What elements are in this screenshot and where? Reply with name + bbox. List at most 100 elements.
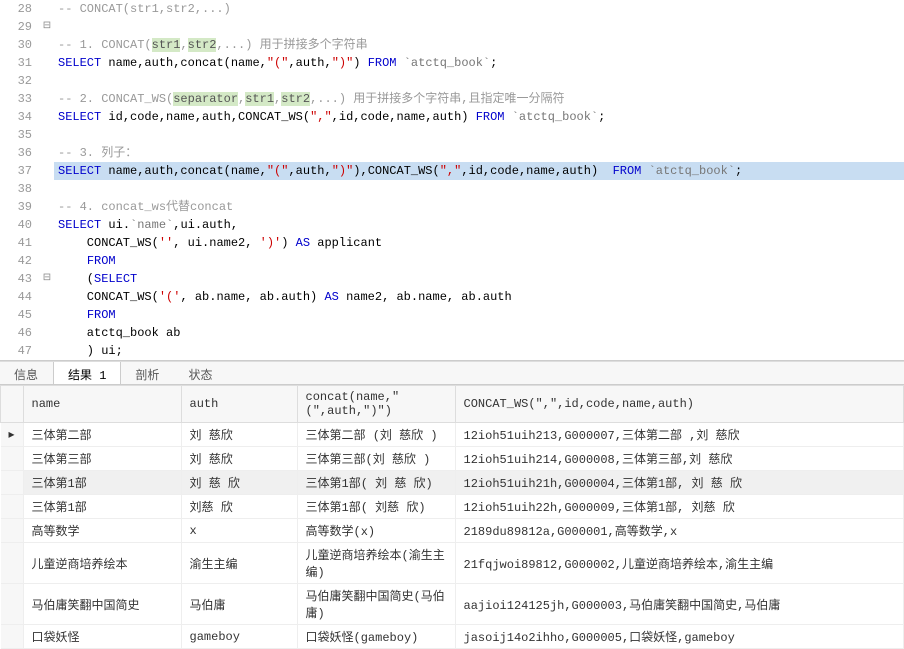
table-row[interactable]: 三体第1部刘慈 欣三体第1部( 刘慈 欣)12ioh51uih22h,G0000… (1, 495, 904, 519)
table-row[interactable]: 儿童逆商培养绘本渝生主编儿童逆商培养绘本(渝生主编)21fqjwoi89812,… (1, 543, 904, 584)
cell[interactable]: 儿童逆商培养绘本(渝生主编) (297, 543, 455, 584)
row-indicator: ▸ (1, 423, 24, 447)
cell[interactable]: 刘 慈欣 (181, 423, 297, 447)
cell[interactable]: 刘 慈 欣 (181, 471, 297, 495)
row-indicator (1, 447, 24, 471)
line-number: 36 (0, 144, 40, 162)
cell[interactable]: x (181, 519, 297, 543)
code-line-content[interactable]: -- 4. concat_ws代替concat (54, 198, 904, 216)
cell[interactable]: 口袋妖怪(gameboy) (297, 625, 455, 649)
code-line-content[interactable]: SELECT name,auth,concat(name,"(",auth,")… (54, 54, 904, 72)
line-number: 42 (0, 252, 40, 270)
line-number: 47 (0, 342, 40, 360)
cell[interactable]: 三体第1部 (23, 471, 181, 495)
code-line-content[interactable]: -- 3. 列子： (54, 144, 904, 162)
fold-marker (40, 234, 54, 252)
fold-marker (40, 144, 54, 162)
tab-状态[interactable]: 状态 (174, 362, 227, 384)
row-indicator (1, 625, 24, 649)
result-grid[interactable]: nameauthconcat(name,"(",auth,")")CONCAT_… (0, 385, 904, 649)
cell[interactable]: 三体第二部 (刘 慈欣 ) (297, 423, 455, 447)
table-row[interactable]: ▸三体第二部刘 慈欣三体第二部 (刘 慈欣 )12ioh51uih213,G00… (1, 423, 904, 447)
code-line-content[interactable]: (SELECT (54, 270, 904, 288)
cell[interactable]: 刘 慈欣 (181, 447, 297, 471)
cell[interactable]: 马伯庸笑翻中国简史(马伯庸) (297, 584, 455, 625)
line-number: 44 (0, 288, 40, 306)
fold-marker[interactable]: ⊟ (40, 18, 54, 36)
code-line-content[interactable]: FROM (54, 306, 904, 324)
cell[interactable]: 21fqjwoi89812,G000002,儿童逆商培养绘本,渝生主编 (455, 543, 903, 584)
code-line-content[interactable]: SELECT name,auth,concat(name,"(",auth,")… (54, 162, 904, 180)
fold-marker (40, 90, 54, 108)
tab-信息[interactable]: 信息 (0, 362, 53, 384)
code-line-content[interactable] (54, 126, 904, 144)
fold-marker (40, 54, 54, 72)
cell[interactable]: 三体第二部 (23, 423, 181, 447)
fold-marker (40, 216, 54, 234)
cell[interactable]: 12ioh51uih21h,G000004,三体第1部, 刘 慈 欣 (455, 471, 903, 495)
code-line-content[interactable]: -- 2. CONCAT_WS(separator,str1,str2,...)… (54, 90, 904, 108)
table-row[interactable]: 高等数学x高等数学(x)2189du89812a,G000001,高等数学,x (1, 519, 904, 543)
code-line-content[interactable]: FROM (54, 252, 904, 270)
cell[interactable]: 高等数学 (23, 519, 181, 543)
cell[interactable]: 三体第1部( 刘慈 欣) (297, 495, 455, 519)
result-tabs: 信息结果 1剖析状态 (0, 361, 904, 385)
cell[interactable]: 三体第三部(刘 慈欣 ) (297, 447, 455, 471)
fold-marker (40, 36, 54, 54)
fold-marker (40, 72, 54, 90)
fold-marker[interactable]: ⊟ (40, 270, 54, 288)
line-number: 29 (0, 18, 40, 36)
cell[interactable]: jasoij14o2ihho,G000005,口袋妖怪,gameboy (455, 625, 903, 649)
cell[interactable]: 2189du89812a,G000001,高等数学,x (455, 519, 903, 543)
line-number: 30 (0, 36, 40, 54)
line-number: 32 (0, 72, 40, 90)
table-row[interactable]: 三体第三部刘 慈欣三体第三部(刘 慈欣 )12ioh51uih214,G0000… (1, 447, 904, 471)
cell[interactable]: 儿童逆商培养绘本 (23, 543, 181, 584)
table-row[interactable]: 马伯庸笑翻中国简史马伯庸马伯庸笑翻中国简史(马伯庸)aajioi124125jh… (1, 584, 904, 625)
column-header[interactable]: name (23, 386, 181, 423)
code-line-content[interactable]: CONCAT_WS('', ui.name2, ')') AS applican… (54, 234, 904, 252)
code-editor[interactable]: 28-- CONCAT(str1,str2,...)29⊟30-- 1. CON… (0, 0, 904, 361)
cell[interactable]: 三体第1部( 刘 慈 欣) (297, 471, 455, 495)
code-line-content[interactable]: -- CONCAT(str1,str2,...) (54, 0, 904, 18)
cell[interactable]: 马伯庸 (181, 584, 297, 625)
code-line-content[interactable]: ) ui; (54, 342, 904, 360)
cell[interactable]: 渝生主编 (181, 543, 297, 584)
code-line-content[interactable]: -- 1. CONCAT(str1,str2,...) 用于拼接多个字符串 (54, 36, 904, 54)
code-line-content[interactable] (54, 72, 904, 90)
cell[interactable]: 三体第三部 (23, 447, 181, 471)
code-line-content[interactable]: SELECT id,code,name,auth,CONCAT_WS(",",i… (54, 108, 904, 126)
fold-marker (40, 288, 54, 306)
tab-结果 1[interactable]: 结果 1 (53, 362, 121, 384)
table-row[interactable]: 三体第1部 刘 慈 欣三体第1部( 刘 慈 欣)12ioh51uih21h,G0… (1, 471, 904, 495)
column-header[interactable]: concat(name,"(",auth,")") (297, 386, 455, 423)
line-number: 31 (0, 54, 40, 72)
cell[interactable]: 12ioh51uih213,G000007,三体第二部 ,刘 慈欣 (455, 423, 903, 447)
row-indicator (1, 584, 24, 625)
table-row[interactable]: 口袋妖怪gameboy口袋妖怪(gameboy)jasoij14o2ihho,G… (1, 625, 904, 649)
row-indicator (1, 519, 24, 543)
column-header[interactable]: auth (181, 386, 297, 423)
cell[interactable]: 高等数学(x) (297, 519, 455, 543)
row-indicator (1, 543, 24, 584)
row-indicator (1, 495, 24, 519)
code-line-content[interactable]: CONCAT_WS('(', ab.name, ab.auth) AS name… (54, 288, 904, 306)
row-indicator (1, 471, 24, 495)
cell[interactable]: 12ioh51uih22h,G000009,三体第1部, 刘慈 欣 (455, 495, 903, 519)
line-number: 34 (0, 108, 40, 126)
column-header[interactable]: CONCAT_WS(",",id,code,name,auth) (455, 386, 903, 423)
cell[interactable]: 刘慈 欣 (181, 495, 297, 519)
cell[interactable]: 马伯庸笑翻中国简史 (23, 584, 181, 625)
code-line-content[interactable] (54, 18, 904, 36)
code-line-content[interactable]: SELECT ui.`name`,ui.auth, (54, 216, 904, 234)
code-line-content[interactable] (54, 180, 904, 198)
cell[interactable]: gameboy (181, 625, 297, 649)
cell[interactable]: 口袋妖怪 (23, 625, 181, 649)
cell[interactable]: 三体第1部 (23, 495, 181, 519)
tab-剖析[interactable]: 剖析 (121, 362, 174, 384)
fold-marker (40, 180, 54, 198)
cell[interactable]: 12ioh51uih214,G000008,三体第三部,刘 慈欣 (455, 447, 903, 471)
cell[interactable]: aajioi124125jh,G000003,马伯庸笑翻中国简史,马伯庸 (455, 584, 903, 625)
line-number: 45 (0, 306, 40, 324)
code-line-content[interactable]: atctq_book ab (54, 324, 904, 342)
